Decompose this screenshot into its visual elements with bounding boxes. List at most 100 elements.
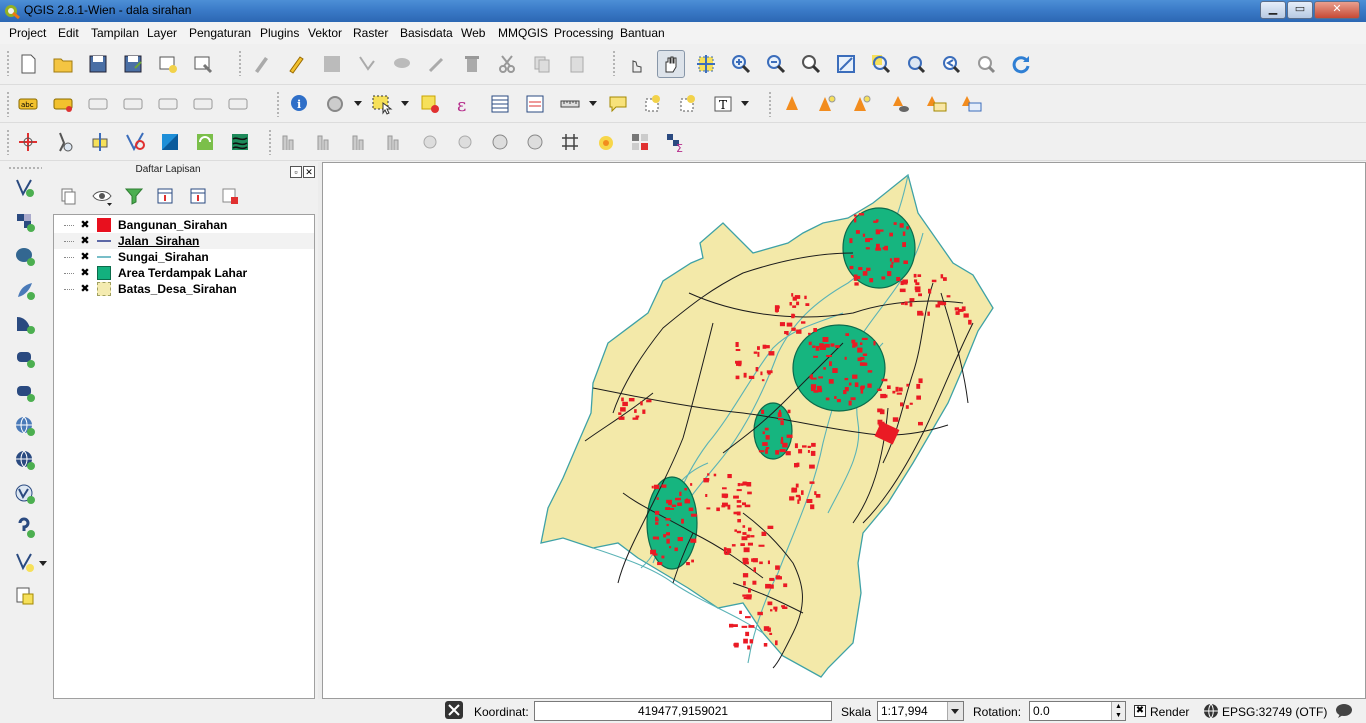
chevron-down-icon[interactable]: [951, 709, 959, 714]
label-show-hide-icon[interactable]: [84, 90, 112, 118]
zonal-statistics-icon[interactable]: Σ: [661, 128, 689, 156]
label-edit-icon[interactable]: [224, 90, 252, 118]
cut-features-icon[interactable]: [493, 50, 521, 78]
open-project-icon[interactable]: [49, 50, 77, 78]
vector-tool-3-icon[interactable]: [346, 128, 374, 156]
toolbar-grip[interactable]: [8, 166, 42, 170]
deselect-all-icon[interactable]: [416, 90, 444, 118]
zoom-to-selection-icon[interactable]: [867, 50, 895, 78]
paste-features-icon[interactable]: [563, 50, 591, 78]
grid-icon[interactable]: [556, 128, 584, 156]
layer-visibility-checkbox[interactable]: ✖: [79, 235, 91, 247]
toggle-extents-icon[interactable]: [443, 699, 465, 721]
add-raster-icon[interactable]: [958, 90, 986, 118]
add-raster-layer-icon[interactable]: [11, 208, 39, 236]
rotation-spinbox[interactable]: 0.0 ▲ ▼: [1029, 701, 1126, 721]
vector-tool-6-icon[interactable]: [451, 128, 479, 156]
georeferencer-icon[interactable]: [14, 128, 42, 156]
contour-icon[interactable]: [226, 128, 254, 156]
identify-icon[interactable]: i: [286, 90, 314, 118]
vector-tool-4-icon[interactable]: [381, 128, 409, 156]
pan-to-selection-icon[interactable]: [692, 50, 720, 78]
scale-combobox[interactable]: 1:17,994: [877, 701, 964, 721]
add-mssql-layer-icon[interactable]: [11, 310, 39, 338]
crs-label[interactable]: EPSG:32749 (OTF): [1222, 705, 1327, 719]
add-layer-group-icon[interactable]: [886, 90, 914, 118]
zoom-next-icon[interactable]: [972, 50, 1000, 78]
new-layer-icon[interactable]: [11, 548, 39, 576]
remove-layer-icon[interactable]: [216, 182, 244, 210]
copy-features-icon[interactable]: [528, 50, 556, 78]
menu-mmqgis[interactable]: MMQGIS: [498, 26, 548, 40]
menu-bantuan[interactable]: Bantuan: [620, 26, 665, 40]
close-button[interactable]: ✕: [1314, 1, 1360, 19]
show-bookmarks-icon[interactable]: [674, 90, 702, 118]
move-feature-icon[interactable]: [388, 50, 416, 78]
topology-checker-icon[interactable]: [121, 128, 149, 156]
label-move-icon[interactable]: [119, 90, 147, 118]
vector-tool-1-icon[interactable]: [276, 128, 304, 156]
zoom-out-icon[interactable]: [762, 50, 790, 78]
map-tips-icon[interactable]: [604, 90, 632, 118]
layer-row-bangunan[interactable]: ✖ Bangunan_Sirahan: [54, 217, 314, 233]
chevron-down-icon[interactable]: [354, 101, 362, 106]
menu-plugins[interactable]: Plugins: [260, 26, 299, 40]
add-spatialite-layer-icon[interactable]: [11, 276, 39, 304]
chevron-down-icon[interactable]: [401, 101, 409, 106]
save-project-icon[interactable]: [84, 50, 112, 78]
add-feature-icon[interactable]: [353, 50, 381, 78]
menu-processing[interactable]: Processing: [554, 26, 613, 40]
add-wfs-layer-icon[interactable]: [11, 480, 39, 508]
vector-tool-5-icon[interactable]: [416, 128, 444, 156]
toolbar-grip[interactable]: [6, 91, 10, 117]
expand-all-icon[interactable]: [151, 182, 179, 210]
label-icon[interactable]: abc: [14, 90, 42, 118]
gps-tools-icon[interactable]: [51, 128, 79, 156]
toolbar-grip[interactable]: [238, 50, 242, 76]
layer-visibility-checkbox[interactable]: ✖: [79, 267, 91, 279]
refresh-icon[interactable]: [1007, 50, 1035, 78]
node-tool-icon[interactable]: [423, 50, 451, 78]
menu-project[interactable]: Project: [9, 26, 46, 40]
add-group-icon[interactable]: [54, 182, 82, 210]
field-calculator-icon[interactable]: [521, 90, 549, 118]
coordinate-field[interactable]: 419477,9159021: [534, 701, 832, 721]
label-change-icon[interactable]: [189, 90, 217, 118]
menu-edit[interactable]: Edit: [58, 26, 79, 40]
minimize-button[interactable]: ▁: [1260, 1, 1286, 19]
toolbar-grip[interactable]: [276, 91, 280, 117]
add-db2-layer-icon[interactable]: [11, 344, 39, 372]
select-features-icon[interactable]: [368, 90, 396, 118]
layer-row-area-terdampak[interactable]: ✖ Area Terdampak Lahar: [54, 265, 314, 281]
zoom-native-icon[interactable]: [797, 50, 825, 78]
new-bookmark-icon[interactable]: [639, 90, 667, 118]
save-as-icon[interactable]: [119, 50, 147, 78]
map-canvas[interactable]: [322, 162, 1366, 699]
composer-manager-icon[interactable]: [189, 50, 217, 78]
messages-icon[interactable]: [1333, 701, 1355, 721]
add-wms-layer-icon[interactable]: [11, 412, 39, 440]
toolbar-grip[interactable]: [268, 129, 272, 155]
menu-raster[interactable]: Raster: [353, 26, 388, 40]
measure-icon[interactable]: [556, 90, 584, 118]
menu-vektor[interactable]: Vektor: [308, 26, 342, 40]
dem-terrain-icon[interactable]: [156, 128, 184, 156]
text-annotation-icon[interactable]: T: [709, 90, 737, 118]
crs-globe-icon[interactable]: [1202, 702, 1220, 720]
layer-row-jalan[interactable]: ✖ Jalan_Sirahan: [54, 233, 314, 249]
vector-tool-8-icon[interactable]: [521, 128, 549, 156]
close-panel-button[interactable]: ✕: [303, 166, 315, 178]
filter-legend-icon[interactable]: [120, 182, 148, 210]
delete-selected-icon[interactable]: [458, 50, 486, 78]
layer-visibility-checkbox[interactable]: ✖: [79, 251, 91, 263]
new-print-composer-icon[interactable]: [154, 50, 182, 78]
float-panel-button[interactable]: ▫: [290, 166, 302, 178]
run-action-icon[interactable]: [321, 90, 349, 118]
expression-select-icon[interactable]: ε: [451, 90, 479, 118]
menu-tampilan[interactable]: Tampilan: [91, 26, 139, 40]
chevron-down-icon[interactable]: [589, 101, 597, 106]
zoom-to-layer-icon[interactable]: [902, 50, 930, 78]
raster-calculator-icon[interactable]: [191, 128, 219, 156]
new-memory-layer-icon[interactable]: [848, 90, 876, 118]
toggle-editing-icon[interactable]: [283, 50, 311, 78]
